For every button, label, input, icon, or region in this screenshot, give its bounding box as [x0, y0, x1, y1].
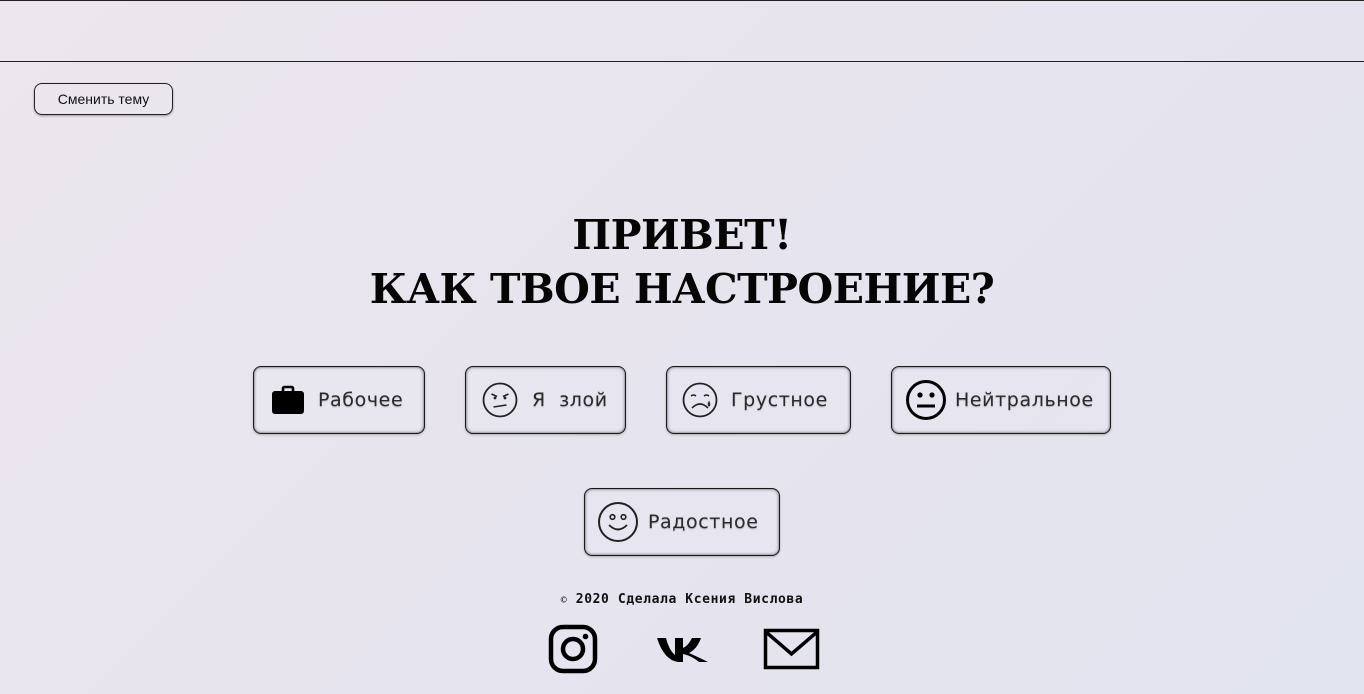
mood-label: Грустное: [731, 389, 828, 411]
happy-face-icon: [597, 501, 639, 543]
mood-button-angry[interactable]: Я злой: [465, 366, 626, 434]
mood-button-work[interactable]: Рабочее: [253, 366, 425, 434]
neutral-face-icon: [905, 379, 947, 421]
mail-link[interactable]: [763, 626, 820, 676]
top-bar: [0, 0, 1364, 62]
copyright-symbol: ©: [560, 595, 568, 606]
copyright-text: 2020 Сделала Ксения Вислова: [575, 592, 804, 607]
vk-icon: [655, 624, 710, 678]
page-title: ПРИВЕТ! КАК ТВОЕ НАСТРОЕНИЕ?: [0, 208, 1364, 316]
mood-button-sad[interactable]: Грустное: [666, 366, 851, 434]
mood-label: Рабочее: [318, 389, 404, 411]
footer-copyright: © 2020 Сделала Ксения Вислова: [0, 592, 1364, 607]
mail-icon: [763, 624, 820, 678]
sad-face-icon: [681, 381, 719, 419]
briefcase-icon: [270, 382, 306, 418]
instagram-link[interactable]: [548, 624, 598, 678]
vk-link[interactable]: [655, 626, 710, 676]
mood-button-happy[interactable]: Радостное: [584, 488, 780, 556]
angry-face-icon: [481, 381, 519, 419]
mood-label: Я злой: [532, 389, 608, 411]
title-line-question: КАК ТВОЕ НАСТРОЕНИЕ?: [369, 265, 995, 313]
title-line-greeting: ПРИВЕТ!: [572, 211, 792, 259]
mood-button-neutral[interactable]: Нейтральное: [891, 366, 1111, 434]
instagram-icon: [548, 624, 598, 678]
change-theme-button[interactable]: Сменить тему: [34, 83, 173, 115]
mood-label: Радостное: [648, 511, 759, 533]
mood-label: Нейтральное: [955, 389, 1094, 411]
